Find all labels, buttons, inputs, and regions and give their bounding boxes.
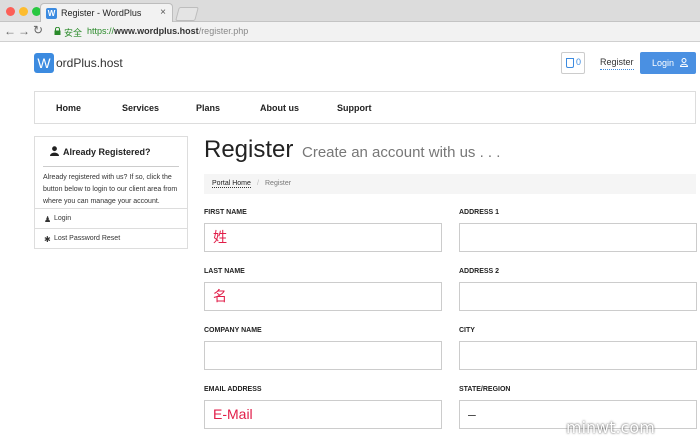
back-icon[interactable]: ← [4, 24, 16, 38]
minimize-window-icon[interactable] [19, 7, 28, 16]
state-region-label: STATE/REGION [459, 386, 511, 393]
close-window-icon[interactable] [6, 7, 15, 16]
city-label: CITY [459, 327, 475, 334]
user-icon [680, 58, 688, 67]
address1-field[interactable] [459, 223, 697, 252]
user-icon: ♟ [44, 215, 52, 224]
page-subtitle: Create an account with us . . . [302, 144, 501, 161]
sidebar-item-label: Lost Password Reset [54, 235, 121, 242]
breadcrumb-home-link[interactable]: Portal Home [212, 180, 251, 188]
cart-button[interactable]: 0 [561, 52, 585, 74]
address2-label: ADDRESS 2 [459, 268, 500, 275]
first-name-label: FIRST NAME [204, 209, 247, 216]
first-name-field[interactable]: 姓 [204, 223, 442, 252]
nav-plans[interactable]: Plans [196, 103, 220, 113]
breadcrumb-current: Register [265, 180, 292, 187]
register-link[interactable]: Register [600, 57, 634, 70]
breadcrumb: Portal Home / Register [204, 174, 696, 194]
browser-tab[interactable]: W Register - WordPlus × [40, 3, 173, 23]
sidebar-item-login[interactable]: ♟ Login [35, 208, 187, 228]
sidebar-panel: Already Registered? Already registered w… [34, 136, 188, 249]
tab-title: Register - WordPlus [61, 8, 142, 18]
tab-close-icon[interactable]: × [160, 7, 166, 18]
reload-icon[interactable]: ↻ [33, 23, 43, 37]
cart-icon [566, 58, 574, 68]
nav-support[interactable]: Support [337, 103, 372, 113]
new-tab-button[interactable] [175, 7, 199, 21]
url-field[interactable]: https://www.wordplus.host/register.php [87, 26, 248, 36]
last-name-field[interactable]: 名 [204, 282, 442, 311]
nav-about-us[interactable]: About us [260, 103, 299, 113]
email-label: EMAIL ADDRESS [204, 386, 262, 393]
sidebar-text: Already registered with us? If so, click… [43, 174, 178, 205]
asterisk-icon: ✱ [44, 235, 51, 244]
address-bar: ← → ↻ 安全 https://www.wordplus.host/regis… [0, 22, 700, 42]
city-field[interactable] [459, 341, 697, 370]
user-icon [50, 146, 59, 156]
nav-services[interactable]: Services [122, 103, 159, 113]
login-button-label: Login [652, 58, 675, 68]
company-name-field[interactable] [204, 341, 442, 370]
last-name-label: LAST NAME [204, 268, 245, 275]
main-nav: Home Services Plans About us Support [34, 91, 696, 124]
login-button[interactable]: Login [640, 52, 696, 74]
breadcrumb-separator: / [257, 180, 259, 187]
nav-home[interactable]: Home [56, 103, 81, 113]
logo-text[interactable]: ordPlus.host [56, 56, 123, 70]
cart-count: 0 [576, 57, 582, 67]
logo-mark[interactable]: W [34, 53, 54, 73]
forward-icon[interactable]: → [18, 24, 30, 38]
email-field[interactable]: E-Mail [204, 400, 442, 429]
company-name-label: COMPANY NAME [204, 327, 262, 334]
sidebar-header: Already Registered? [35, 137, 187, 167]
favicon-icon: W [46, 8, 57, 19]
browser-tabbar: W Register - WordPlus × [0, 0, 700, 23]
sidebar-item-lost-password[interactable]: ✱ Lost Password Reset [35, 228, 187, 248]
address2-field[interactable] [459, 282, 697, 311]
address1-label: ADDRESS 1 [459, 209, 500, 216]
sidebar-item-label: Login [54, 215, 72, 222]
page-title: Register [204, 136, 294, 163]
watermark: minwt.com [566, 418, 655, 437]
divider [43, 166, 179, 167]
lock-icon [54, 27, 61, 35]
sidebar-title: Already Registered? [63, 147, 151, 157]
secure-label: 安全 [64, 28, 83, 38]
